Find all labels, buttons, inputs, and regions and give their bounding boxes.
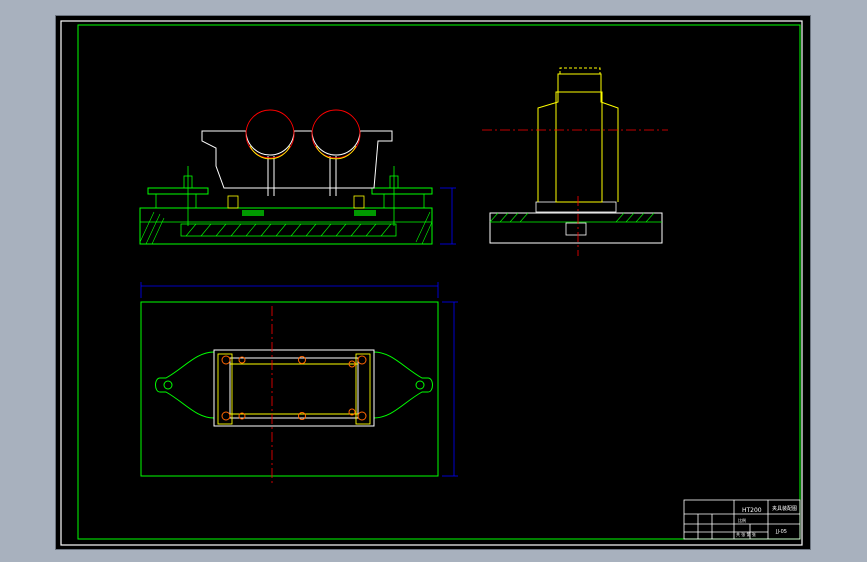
side-base bbox=[489, 212, 663, 244]
right-clamp bbox=[371, 187, 433, 195]
left-clamp bbox=[147, 187, 209, 195]
clamp-lugs bbox=[155, 351, 433, 419]
base-hatch bbox=[139, 211, 433, 245]
drawing-frame bbox=[77, 24, 801, 540]
workpiece-housing bbox=[201, 130, 393, 196]
front-dimension bbox=[440, 187, 456, 245]
cad-drawing: HT200 夹具装配图 共 张 第 张 比例 JJ-05 bbox=[60, 20, 803, 546]
drawing-title: 夹具装配图 bbox=[772, 505, 797, 512]
scale-label: 比例 bbox=[738, 517, 746, 523]
bolt-holes bbox=[221, 355, 367, 421]
base-plate bbox=[139, 207, 433, 245]
part-code: HT200 bbox=[742, 507, 762, 514]
drawing-canvas: HT200 夹具装配图 共 张 第 张 比例 JJ-05 bbox=[55, 15, 811, 550]
sheet-label: 共 张 第 张 bbox=[736, 531, 756, 537]
sheet-border bbox=[60, 20, 803, 546]
top-plan-view bbox=[140, 282, 458, 486]
top-base-plate bbox=[140, 301, 439, 477]
side-housing bbox=[537, 67, 619, 203]
top-dimension bbox=[140, 282, 458, 477]
side-centerlines bbox=[482, 129, 668, 256]
drawing-number: JJ-05 bbox=[775, 529, 787, 535]
side-view bbox=[482, 67, 668, 256]
bore-centers bbox=[245, 109, 361, 159]
front-section-view bbox=[139, 109, 456, 245]
